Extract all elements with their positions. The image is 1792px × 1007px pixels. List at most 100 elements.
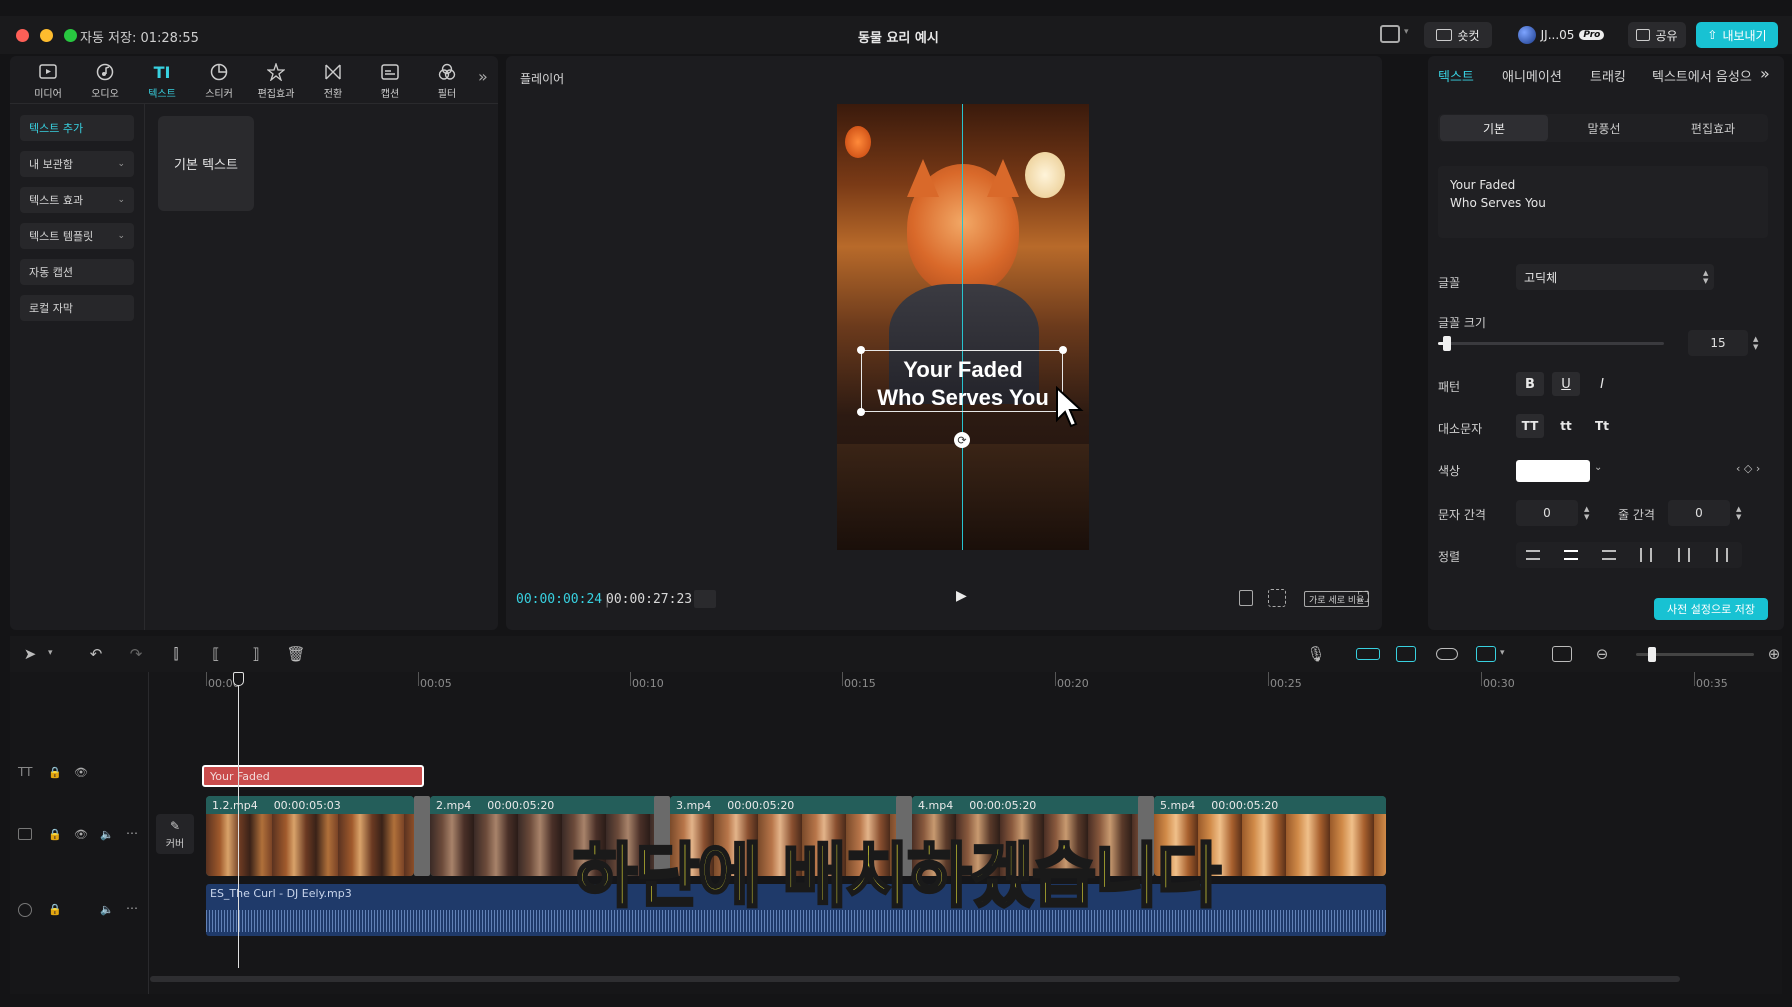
trim-right-icon[interactable]: ⟧ — [244, 642, 268, 666]
lock-icon[interactable]: 🔒 — [48, 766, 62, 779]
minimize-window-button[interactable] — [40, 29, 53, 42]
uppercase-button[interactable]: TT — [1516, 414, 1544, 438]
link-clips-icon[interactable] — [1396, 646, 1416, 662]
sidebar-item-label: 자동 캡션 — [29, 266, 73, 279]
ruler-tick — [418, 672, 419, 686]
tool-media[interactable]: 미디어 — [20, 62, 76, 106]
tool-transition[interactable]: 전환 — [305, 62, 361, 106]
subtab-effects[interactable]: 편집효과 — [1660, 115, 1766, 141]
sidebar-item-my-library[interactable]: 내 보관함 ⌄ — [20, 151, 134, 177]
project-title: 동물 요리 예시 — [858, 31, 939, 46]
effects-icon — [266, 62, 286, 82]
playhead-handle[interactable] — [233, 672, 244, 686]
color-swatch[interactable] — [1516, 460, 1590, 482]
more-tools-icon[interactable]: » — [478, 67, 488, 86]
zoom-slider-thumb[interactable] — [1648, 647, 1656, 662]
letter-spacing-input[interactable]: 0 — [1516, 500, 1578, 526]
text-content-area[interactable]: Your Faded Who Serves You — [1438, 166, 1768, 238]
resize-handle[interactable] — [1059, 346, 1067, 354]
screenshot-icon[interactable] — [1268, 589, 1286, 607]
time-ruler[interactable] — [148, 672, 1782, 692]
layout-icon[interactable] — [1380, 25, 1400, 43]
play-icon[interactable]: ▶ — [956, 588, 967, 604]
select-tool-icon[interactable]: ➤ — [18, 642, 42, 666]
grid-icon[interactable] — [694, 590, 716, 608]
tab-tracking[interactable]: 트래킹 — [1590, 66, 1626, 85]
video-preview[interactable]: Your Faded Who Serves You ⟳ — [837, 104, 1089, 550]
sidebar-item-text-templates[interactable]: 텍스트 템플릿 ⌄ — [20, 223, 134, 249]
letter-spacing-stepper-icon[interactable]: ▲ ▼ — [1584, 505, 1589, 521]
zoom-out-icon[interactable]: ⊖ — [1590, 642, 1614, 666]
sidebar-item-add-text[interactable]: 텍스트 추가 — [20, 115, 134, 141]
select-dropdown-icon[interactable]: ▾ — [48, 648, 53, 658]
fullscreen-icon[interactable]: ⛶ — [1358, 588, 1369, 606]
snap-icon[interactable] — [1356, 648, 1380, 660]
resize-handle[interactable] — [857, 346, 865, 354]
line-spacing-input[interactable]: 0 — [1668, 500, 1730, 526]
shortcut-button[interactable]: 숏컷 — [1424, 22, 1492, 48]
save-preset-button[interactable]: 사전 설정으로 저장 — [1654, 598, 1768, 620]
sidebar-item-auto-caption[interactable]: 자동 캡션 — [20, 259, 134, 285]
bold-button[interactable]: B — [1516, 372, 1544, 396]
color-dropdown-icon[interactable]: ⌄ — [1594, 462, 1602, 473]
undo-icon[interactable]: ↶ — [84, 642, 108, 666]
tool-effects[interactable]: 편집효과 — [248, 62, 304, 106]
font-stepper-icon[interactable]: ▲ ▼ — [1703, 269, 1708, 285]
sidebar-item-local-subtitle[interactable]: 로컬 자막 — [20, 295, 134, 321]
chain-icon[interactable] — [1436, 648, 1458, 660]
zoom-in-icon[interactable]: ⊕ — [1762, 642, 1786, 666]
align-right-icon[interactable] — [1602, 550, 1616, 560]
keyframe-icon[interactable]: ‹ ◇ › — [1736, 462, 1760, 475]
tool-filter[interactable]: 필터 — [419, 62, 475, 106]
align-bottom-icon[interactable] — [1716, 548, 1728, 562]
tool-audio[interactable]: 오디오 — [77, 62, 133, 106]
preview-axis-icon[interactable] — [1476, 646, 1496, 662]
lowercase-button[interactable]: tt — [1552, 414, 1580, 438]
line-spacing-stepper-icon[interactable]: ▲ ▼ — [1736, 505, 1741, 521]
layout-chevron-icon[interactable]: ▾ — [1404, 27, 1409, 37]
subtab-basic[interactable]: 기본 — [1440, 115, 1548, 141]
zoom-window-button[interactable] — [64, 29, 77, 42]
tab-animation[interactable]: 애니메이션 — [1502, 66, 1562, 85]
tab-text[interactable]: 텍스트 — [1438, 66, 1474, 85]
font-size-stepper-icon[interactable]: ▲ ▼ — [1753, 335, 1758, 351]
tool-sticker[interactable]: 스티커 — [191, 62, 247, 106]
close-window-button[interactable] — [16, 29, 29, 42]
rotate-icon[interactable]: ⟳ — [954, 432, 970, 448]
default-text-card[interactable]: 기본 텍스트 — [158, 116, 254, 211]
frame-icon[interactable] — [1239, 590, 1253, 606]
fit-timeline-icon[interactable] — [1552, 646, 1572, 662]
sidebar-item-text-effects[interactable]: 텍스트 효과 ⌄ — [20, 187, 134, 213]
microphone-icon[interactable]: 🎙 — [1304, 642, 1328, 666]
tool-caption[interactable]: 캡션 — [362, 62, 418, 106]
subtab-bubble[interactable]: 말풍선 — [1550, 115, 1658, 141]
timeline-scrollbar[interactable] — [150, 976, 1680, 982]
share-button[interactable]: 공유 — [1628, 22, 1686, 48]
split-icon[interactable]: ⫿ — [164, 642, 188, 666]
text-clip[interactable]: Your Faded — [202, 765, 424, 787]
align-center-icon[interactable] — [1564, 550, 1578, 560]
tab-text-to-speech[interactable]: 텍스트에서 음성으 — [1652, 66, 1760, 85]
tool-media-label: 미디어 — [34, 89, 62, 100]
redo-icon[interactable]: ↷ — [124, 642, 148, 666]
delete-icon[interactable]: 🗑 — [284, 642, 308, 666]
align-left-icon[interactable] — [1526, 550, 1540, 560]
font-size-slider[interactable] — [1438, 336, 1664, 351]
font-select[interactable]: 고딕체 — [1516, 264, 1714, 290]
trim-left-icon[interactable]: ⟦ — [204, 642, 228, 666]
user-account[interactable]: JJ...05 Pro — [1500, 22, 1622, 48]
italic-button[interactable]: I — [1588, 372, 1616, 396]
eye-icon[interactable]: 👁 — [74, 766, 88, 779]
align-middle-icon[interactable] — [1678, 548, 1690, 562]
font-size-slider-thumb[interactable] — [1443, 336, 1452, 351]
zoom-slider[interactable] — [1636, 647, 1754, 662]
align-top-icon[interactable] — [1640, 548, 1652, 562]
preview-dropdown-icon[interactable]: ▾ — [1500, 648, 1505, 658]
underline-button[interactable]: U — [1552, 372, 1580, 396]
export-button[interactable]: ⇧ 내보내기 — [1696, 22, 1778, 48]
tool-text[interactable]: TI 텍스트 — [134, 62, 190, 106]
more-tabs-icon[interactable]: » — [1760, 64, 1770, 83]
titlecase-button[interactable]: Tt — [1588, 414, 1616, 438]
clip-duration: 00:00:05:03 — [273, 798, 341, 812]
font-size-input[interactable]: 15 — [1688, 330, 1748, 356]
